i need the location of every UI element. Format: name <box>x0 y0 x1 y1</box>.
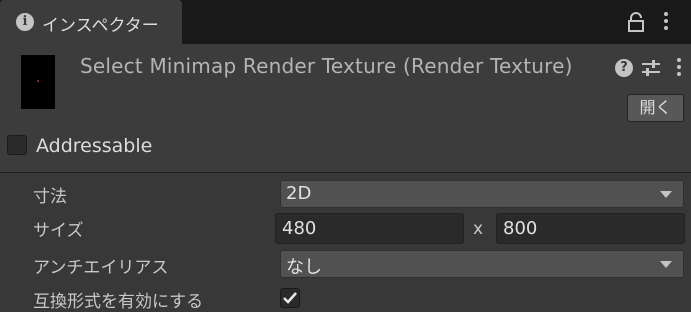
antialias-dropdown[interactable]: なし <box>280 250 684 278</box>
preset-sliders-icon[interactable] <box>641 58 661 78</box>
tab-title: インスペクター <box>42 16 159 36</box>
chevron-down-icon <box>660 261 672 268</box>
tab-inspector[interactable]: i インスペクター <box>0 0 182 44</box>
addressable-label: Addressable <box>36 135 153 157</box>
compat-checkbox[interactable] <box>280 288 300 308</box>
size-width-field[interactable]: 480 <box>275 213 464 244</box>
compat-label: 互換形式を有効にする <box>33 292 204 312</box>
component-menu-icon[interactable] <box>677 58 681 79</box>
open-button[interactable]: 開く <box>627 94 684 122</box>
asset-title: Select Minimap Render Texture (Render Te… <box>80 54 573 78</box>
texture-preview-thumbnail <box>21 55 55 109</box>
chevron-down-icon <box>660 191 672 198</box>
lock-icon[interactable] <box>628 12 644 32</box>
header-divider <box>0 172 691 173</box>
size-height-value: 800 <box>503 218 538 239</box>
addressable-checkbox[interactable] <box>7 135 27 155</box>
help-icon[interactable]: ? <box>615 59 633 77</box>
checkmark-icon <box>283 292 297 304</box>
antialias-value: なし <box>286 257 322 278</box>
dimension-dropdown[interactable]: 2D <box>280 180 684 208</box>
tab-bar: i インスペクター <box>0 0 691 44</box>
antialias-label: アンチエイリアス <box>33 258 169 278</box>
size-label: サイズ <box>33 221 84 241</box>
dimension-label: 寸法 <box>33 187 67 207</box>
size-width-value: 480 <box>282 218 317 239</box>
dimension-value: 2D <box>286 183 312 204</box>
info-icon: i <box>16 13 34 31</box>
size-x-label: x <box>473 219 484 239</box>
tab-menu-icon[interactable] <box>664 12 668 33</box>
size-height-field[interactable]: 800 <box>496 213 685 244</box>
